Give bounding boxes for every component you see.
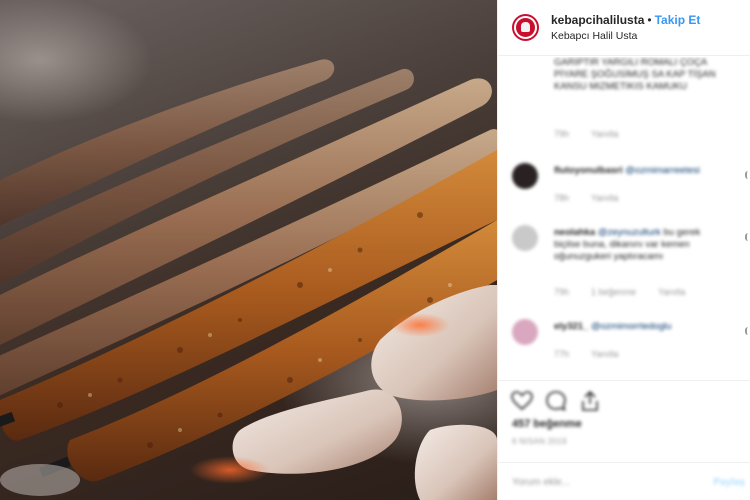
commenter-avatar[interactable] xyxy=(512,225,538,251)
comments-list[interactable]: GARIPTIR YARGILI ROMALI ÇOÇA PİYARE ŞOĞU… xyxy=(498,57,750,375)
profile-avatar[interactable] xyxy=(512,14,539,41)
reply-button[interactable]: Yanıtla xyxy=(591,349,618,359)
comment-time: 79h xyxy=(554,129,570,139)
location-link[interactable]: Kebapcı Halil Usta xyxy=(551,28,700,44)
reply-button[interactable]: Yanıtla xyxy=(658,287,685,297)
commenter-avatar[interactable] xyxy=(512,163,538,189)
comment-likes[interactable]: 1 beğenme xyxy=(591,287,636,297)
commenter-username[interactable]: neolahka xyxy=(554,227,595,238)
comment-time: 78h xyxy=(554,193,570,203)
comment-time: 77h xyxy=(554,349,570,359)
commenter-avatar[interactable] xyxy=(512,319,538,345)
likes-count[interactable]: 457 beğenme xyxy=(512,418,582,430)
kebab-skewers-image xyxy=(0,59,497,500)
username-link[interactable]: kebapcihalilusta xyxy=(551,13,644,27)
comment-composer: Yorum ekle... Paylaş xyxy=(498,462,750,500)
post-actions: 457 beğenme 6 NISAN 2019 xyxy=(498,380,750,462)
share-icon[interactable] xyxy=(578,389,602,413)
comment-item: flutoyonulbasri @ozmimarreetesi xyxy=(554,165,739,177)
comment-item: ely321_ @ozmimorrtedoglu xyxy=(554,321,739,333)
post-date: 6 NISAN 2019 xyxy=(512,437,567,446)
separator-dot: • xyxy=(647,12,652,27)
commenter-username[interactable]: flutoyonulbasri xyxy=(554,165,623,176)
post-photo[interactable] xyxy=(0,0,497,500)
comment-like-icon[interactable] xyxy=(745,233,750,241)
mention-link[interactable]: @zeynuzulturk xyxy=(598,227,661,238)
post-header: kebapcihalilusta • Takip Et Kebapcı Halil … xyxy=(498,0,750,56)
comment-item: neolahka @zeynuzulturk bu gerek biçilse … xyxy=(554,227,729,263)
comment-icon[interactable] xyxy=(544,389,568,413)
post-sidebar: kebapcihalilusta • Takip Et Kebapcı Halil … xyxy=(497,0,750,500)
reply-button[interactable]: Yanıtla xyxy=(591,193,618,203)
commenter-username[interactable]: ely321_ xyxy=(554,321,588,332)
comment-time: 79h xyxy=(554,287,570,297)
comment-like-icon[interactable] xyxy=(745,171,750,179)
reply-button[interactable]: Yanıtla xyxy=(591,129,618,139)
mention-link[interactable]: @ozmimorrtedoglu xyxy=(591,321,671,332)
mention-link[interactable]: @ozmimarreetesi xyxy=(625,165,700,176)
comment-text: GARIPTIR YARGILI ROMALI ÇOÇA PİYARE ŞOĞU… xyxy=(554,57,716,92)
heart-icon[interactable] xyxy=(510,389,534,413)
follow-button[interactable]: Takip Et xyxy=(655,13,701,27)
comment-like-icon[interactable] xyxy=(745,327,750,335)
comment-input[interactable]: Yorum ekle... xyxy=(512,477,570,488)
post-comment-button[interactable]: Paylaş xyxy=(713,477,745,488)
